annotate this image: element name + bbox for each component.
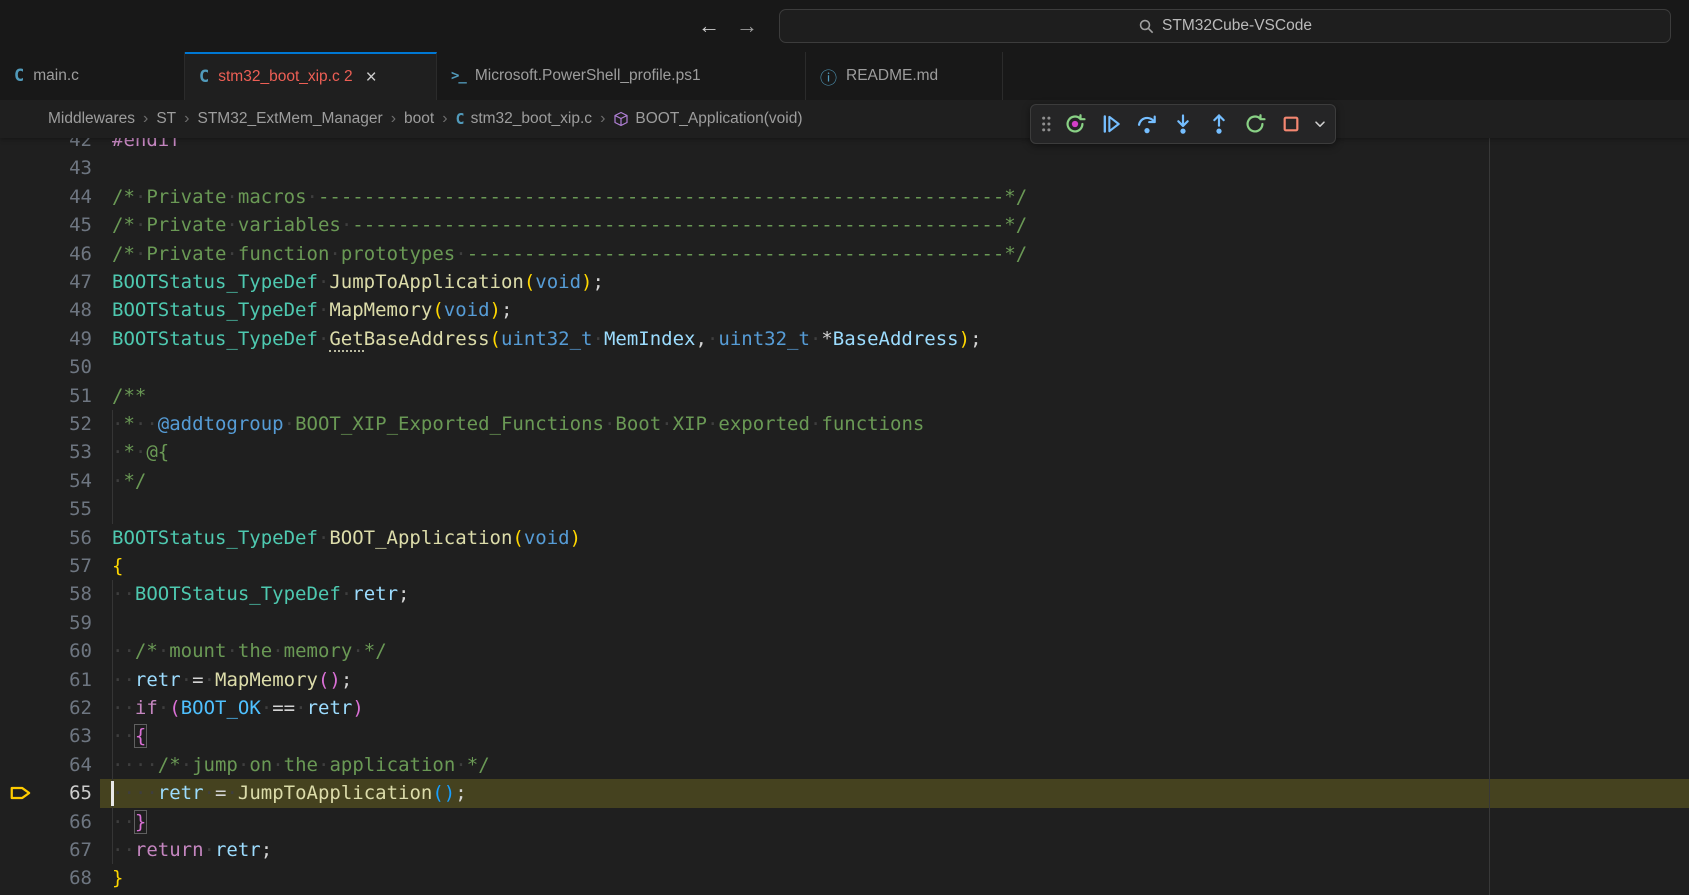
line-number: 50	[40, 353, 92, 381]
code-line: /*·Private·function·prototypes·---------…	[112, 240, 1027, 268]
debug-step-over-button[interactable]	[1131, 108, 1163, 140]
line-number: 65	[40, 779, 92, 807]
debug-reset-button[interactable]	[1059, 108, 1091, 140]
code-line: BOOTStatus_TypeDef·JumpToApplication(voi…	[112, 268, 604, 296]
line-number: 54	[40, 467, 92, 495]
line-number: 62	[40, 694, 92, 722]
c-file-icon: C	[199, 67, 209, 87]
breadcrumb-item-symbol[interactable]: BOOT_Application(void)	[613, 110, 802, 128]
line-number: 43	[40, 154, 92, 182]
line-number: 67	[40, 836, 92, 864]
code-line: ··if·(BOOT_OK·==·retr)	[112, 694, 364, 722]
vscode-window: 4243444546474849505152535455565758596061…	[0, 0, 1689, 895]
line-number: 51	[40, 382, 92, 410]
breadcrumb-item-boot[interactable]: boot	[404, 110, 434, 128]
code-line: /*·Private·variables·-------------------…	[112, 211, 1027, 239]
code-line: ····/*·jump·on·the·application·*/	[112, 751, 490, 779]
code-line: ·*·@{	[112, 438, 169, 466]
code-line: BOOTStatus_TypeDef·BOOT_Application(void…	[112, 524, 581, 552]
line-number: 53	[40, 438, 92, 466]
code-line: /**	[112, 382, 146, 410]
code-line: ··/*·mount·the·memory·*/	[112, 637, 387, 665]
close-icon[interactable]: ×	[366, 68, 377, 87]
line-number: 59	[40, 609, 92, 637]
line-number: 52	[40, 410, 92, 438]
line-number: 63	[40, 722, 92, 750]
line-number: 60	[40, 637, 92, 665]
breadcrumb-item-file[interactable]: C stm32_boot_xip.c	[456, 110, 593, 128]
code-line: BOOTStatus_TypeDef·GetBaseAddress(uint32…	[112, 325, 982, 353]
breadcrumb-item-middlewares[interactable]: Middlewares	[48, 110, 135, 128]
line-number: 57	[40, 552, 92, 580]
back-button[interactable]: ←	[694, 11, 724, 41]
line-number: 55	[40, 495, 92, 523]
line-number: 48	[40, 296, 92, 324]
line-number: 45	[40, 211, 92, 239]
line-number: 46	[40, 240, 92, 268]
info-icon: ⓘ	[820, 64, 837, 89]
powershell-icon: >_	[451, 68, 466, 84]
debug-stop-button[interactable]	[1275, 108, 1307, 140]
line-number: 68	[40, 864, 92, 892]
code-line: ·*··@addtogroup·BOOT_XIP_Exported_Functi…	[112, 410, 924, 438]
forward-button[interactable]: →	[732, 11, 762, 41]
tab-label: stm32_boot_xip.c 2	[218, 68, 352, 86]
debug-toolbar	[1030, 104, 1336, 144]
tab-label: README.md	[846, 67, 938, 85]
text-cursor	[111, 781, 114, 806]
debug-restart-button[interactable]	[1239, 108, 1271, 140]
code-line: ··retr·=·MapMemory();	[112, 666, 352, 694]
code-line: }	[112, 864, 123, 892]
debug-step-out-button[interactable]	[1203, 108, 1235, 140]
code-line: ··}	[112, 808, 146, 836]
code-line: ··return·retr;	[112, 836, 272, 864]
breadcrumb: Middlewares › ST › STM32_ExtMem_Manager …	[0, 100, 1689, 138]
debug-stackframe-icon	[8, 781, 32, 810]
line-number: 61	[40, 666, 92, 694]
tab-stm32-boot-xip-c[interactable]: C stm32_boot_xip.c 2 ×	[185, 52, 437, 100]
line-number: 44	[40, 183, 92, 211]
debug-continue-button[interactable]	[1095, 108, 1127, 140]
title-bar: ← → STM32Cube-VSCode	[0, 0, 1689, 52]
line-number: 64	[40, 751, 92, 779]
editor-ruler-line	[1489, 138, 1490, 895]
line-number: 49	[40, 325, 92, 353]
tab-readme-md[interactable]: ⓘ README.md	[806, 52, 1003, 100]
code-line: ·*/	[112, 467, 146, 495]
tab-strip: C main.c C stm32_boot_xip.c 2 × >_ Micro…	[0, 52, 1689, 100]
line-number: 56	[40, 524, 92, 552]
code-line: BOOTStatus_TypeDef·MapMemory(void);	[112, 296, 512, 324]
tab-label: main.c	[33, 67, 79, 85]
tab-label: Microsoft.PowerShell_profile.ps1	[475, 67, 701, 85]
code-line: /*·Private·macros·----------------------…	[112, 183, 1027, 211]
c-file-icon: C	[14, 66, 24, 86]
c-file-icon: C	[456, 110, 465, 128]
toolbar-gripper[interactable]	[1037, 108, 1055, 140]
code-line: ····retr·=·JumpToApplication();	[112, 779, 467, 807]
command-center-label: STM32Cube-VSCode	[1162, 17, 1312, 35]
breadcrumb-item-st[interactable]: ST	[156, 110, 176, 128]
line-number: 66	[40, 808, 92, 836]
tab-powershell-profile[interactable]: >_ Microsoft.PowerShell_profile.ps1	[437, 52, 806, 100]
search-icon	[1138, 18, 1155, 35]
symbol-cube-icon	[613, 111, 629, 127]
command-center-search[interactable]: STM32Cube-VSCode	[779, 9, 1671, 43]
code-line: ··{	[112, 722, 146, 750]
debug-step-into-button[interactable]	[1167, 108, 1199, 140]
line-number: 58	[40, 580, 92, 608]
code-line: {	[112, 552, 123, 580]
line-number: 47	[40, 268, 92, 296]
tab-main-c[interactable]: C main.c	[0, 52, 185, 100]
breadcrumb-item-extmem-manager[interactable]: STM32_ExtMem_Manager	[197, 110, 382, 128]
debug-more-options-button[interactable]	[1311, 108, 1329, 140]
code-line: ··BOOTStatus_TypeDef·retr;	[112, 580, 409, 608]
